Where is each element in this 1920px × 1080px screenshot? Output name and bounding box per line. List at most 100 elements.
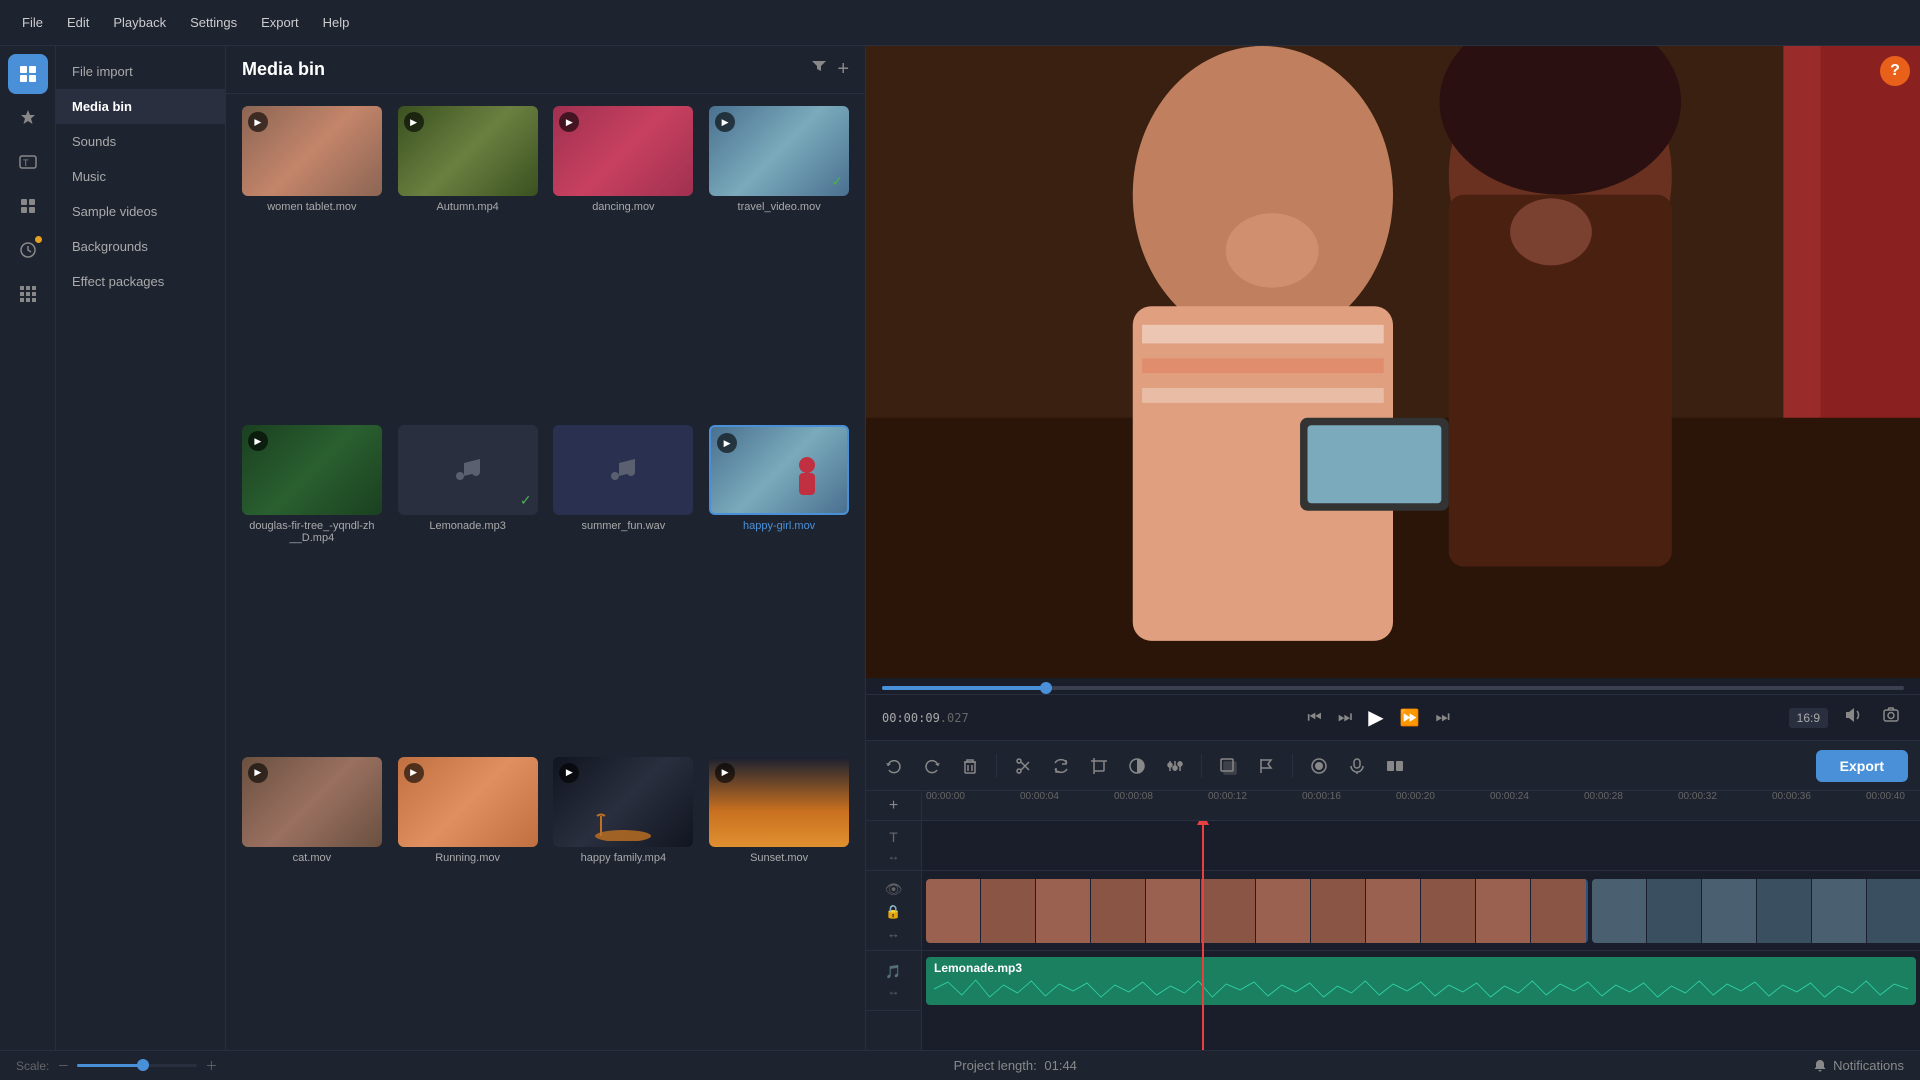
skip-end-button[interactable]: ⏭ bbox=[1432, 705, 1454, 731]
progress-handle[interactable] bbox=[1040, 682, 1052, 694]
media-thumb-cat: ▶ bbox=[242, 757, 382, 847]
sidebar-icon-clock[interactable] bbox=[8, 230, 48, 270]
delete-button[interactable] bbox=[954, 750, 986, 782]
media-item-lemonade[interactable]: ✓ Lemonade.mp3 bbox=[394, 425, 542, 748]
media-item-happy-girl[interactable]: ▶ happy-girl.mov bbox=[705, 425, 853, 748]
video-clip-women[interactable] bbox=[926, 879, 1588, 943]
crop-button[interactable] bbox=[1083, 750, 1115, 782]
play-icon: ▶ bbox=[248, 431, 268, 451]
media-item-running[interactable]: ▶ Running.mov bbox=[394, 757, 542, 1068]
nav-file-import[interactable]: File import bbox=[56, 54, 225, 89]
ruler-marks-container: 00:00:00 00:00:04 00:00:08 00:00:12 00:0… bbox=[926, 791, 1916, 820]
add-track-button[interactable]: + bbox=[889, 797, 898, 815]
skip-start-button[interactable]: ⏮ bbox=[1303, 705, 1325, 731]
media-item-happy-family[interactable]: ▶ happy family.mp4 bbox=[550, 757, 698, 1068]
title-track[interactable] bbox=[922, 821, 1920, 871]
menu-help[interactable]: Help bbox=[311, 7, 362, 38]
media-item-women-tablet[interactable]: ▶ women tablet.mov bbox=[238, 106, 386, 417]
check-icon: ✓ bbox=[520, 492, 532, 509]
subtitle-tool-button[interactable]: ↔ bbox=[888, 849, 900, 863]
text-tool-button[interactable]: T bbox=[889, 829, 898, 845]
toolbar-sep-2 bbox=[1201, 754, 1202, 778]
filter-icon[interactable] bbox=[811, 58, 827, 81]
flag-button[interactable] bbox=[1250, 750, 1282, 782]
nav-backgrounds[interactable]: Backgrounds bbox=[56, 229, 225, 264]
sidebar-icon-media[interactable] bbox=[8, 54, 48, 94]
scale-down-icon[interactable]: － bbox=[57, 1057, 69, 1074]
ruler-mark-7: 00:00:28 bbox=[1584, 791, 1623, 802]
media-item-cat[interactable]: ▶ cat.mov bbox=[238, 757, 386, 1068]
play-icon: ▶ bbox=[559, 763, 579, 783]
video-track[interactable] bbox=[922, 871, 1920, 951]
preview-controls: 00:00:09.027 ⏮ ⏭ ▶ ⏩ ⏭ 16:9 bbox=[866, 694, 1920, 740]
time-display-current: 00:00:09.027 bbox=[882, 711, 969, 725]
media-label-dancing: dancing.mov bbox=[592, 201, 654, 213]
nav-music[interactable]: Music bbox=[56, 159, 225, 194]
video-track-controls: 👁 🔒 ↔ bbox=[866, 871, 921, 951]
next-frame-button[interactable]: ⏩ bbox=[1396, 704, 1424, 732]
adjust-button[interactable] bbox=[1159, 750, 1191, 782]
audio-clip-lemonade[interactable]: Lemonade.mp3 bbox=[926, 957, 1916, 1005]
ruler-mark-10: 00:00:40 bbox=[1866, 791, 1905, 802]
media-thumb-happy-family: ▶ bbox=[553, 757, 693, 847]
menu-export[interactable]: Export bbox=[249, 7, 311, 38]
sidebar-icon-fx[interactable] bbox=[8, 186, 48, 226]
scale-up-icon[interactable]: ＋ bbox=[205, 1057, 217, 1074]
play-icon: ▶ bbox=[404, 112, 424, 132]
progress-fill bbox=[882, 686, 1046, 690]
menu-playback[interactable]: Playback bbox=[101, 7, 178, 38]
nav-sounds[interactable]: Sounds bbox=[56, 124, 225, 159]
undo-button[interactable] bbox=[878, 750, 910, 782]
menu-settings[interactable]: Settings bbox=[178, 7, 249, 38]
mic-button[interactable] bbox=[1341, 750, 1373, 782]
tracks-container: T ↔ 👁 🔒 ↔ 🎵 ↔ bbox=[866, 821, 1920, 1072]
redo-button[interactable] bbox=[916, 750, 948, 782]
media-item-dancing[interactable]: ▶ dancing.mov bbox=[550, 106, 698, 417]
audio-lock-button[interactable]: ↔ bbox=[888, 984, 900, 998]
track-eye-button[interactable]: 👁 bbox=[885, 881, 903, 898]
screenshot-button[interactable] bbox=[1878, 702, 1904, 733]
play-button[interactable]: ▶ bbox=[1364, 701, 1387, 734]
media-item-douglas[interactable]: ▶ douglas-fir-tree_-yqndl-zh__D.mp4 bbox=[238, 425, 386, 748]
cut-button[interactable] bbox=[1007, 750, 1039, 782]
video-clip-travel[interactable] bbox=[1592, 879, 1920, 943]
nav-sample-videos[interactable]: Sample videos bbox=[56, 194, 225, 229]
media-thumb-dancing: ▶ bbox=[553, 106, 693, 196]
color-button[interactable] bbox=[1121, 750, 1153, 782]
menu-file[interactable]: File bbox=[10, 7, 55, 38]
audio-track[interactable]: Lemonade.mp3 bbox=[922, 951, 1920, 1011]
playhead[interactable] bbox=[1202, 821, 1204, 1072]
aspect-ratio-button[interactable]: 16:9 bbox=[1789, 708, 1828, 728]
audio-eye-button[interactable]: 🎵 bbox=[885, 964, 901, 980]
nav-media-bin[interactable]: Media bin bbox=[56, 89, 225, 124]
scale-handle[interactable] bbox=[137, 1059, 149, 1071]
overlay-button[interactable] bbox=[1212, 750, 1244, 782]
scale-bar: Scale: － ＋ Project length: 01:44 Notific… bbox=[0, 1050, 1920, 1080]
sidebar-icon-pin[interactable] bbox=[8, 98, 48, 138]
split-button[interactable] bbox=[1379, 750, 1411, 782]
progress-bar[interactable] bbox=[882, 686, 1904, 690]
sidebar-icon-titles[interactable]: T bbox=[8, 142, 48, 182]
track-audio-button[interactable]: ↔ bbox=[887, 926, 900, 941]
record-button[interactable] bbox=[1303, 750, 1335, 782]
add-media-icon[interactable]: + bbox=[837, 58, 849, 81]
sidebar-icon-grid[interactable] bbox=[8, 274, 48, 314]
volume-button[interactable] bbox=[1840, 702, 1866, 733]
help-button[interactable]: ? bbox=[1880, 56, 1910, 86]
media-item-travel[interactable]: ▶ ✓ travel_video.mov bbox=[705, 106, 853, 417]
media-item-sunset[interactable]: ▶ Sunset.mov bbox=[705, 757, 853, 1068]
nav-effect-packages[interactable]: Effect packages bbox=[56, 264, 225, 299]
media-thumb-douglas: ▶ bbox=[242, 425, 382, 515]
export-button[interactable]: Export bbox=[1816, 750, 1908, 782]
notifications-button[interactable]: Notifications bbox=[1813, 1058, 1904, 1073]
prev-frame-button[interactable]: ⏭ bbox=[1334, 705, 1356, 731]
media-grid: ▶ women tablet.mov ▶ Autumn.mp4 ▶ dancin… bbox=[226, 94, 865, 1080]
project-length-value: 01:44 bbox=[1044, 1058, 1077, 1073]
track-lock-button[interactable]: 🔒 bbox=[885, 904, 901, 920]
menu-edit[interactable]: Edit bbox=[55, 7, 101, 38]
media-item-autumn[interactable]: ▶ Autumn.mp4 bbox=[394, 106, 542, 417]
scale-slider[interactable] bbox=[77, 1064, 197, 1067]
loop-button[interactable] bbox=[1045, 750, 1077, 782]
media-item-summer-fun[interactable]: summer_fun.wav bbox=[550, 425, 698, 748]
timeline-ruler[interactable]: 00:00:00 00:00:04 00:00:08 00:00:12 00:0… bbox=[922, 791, 1920, 821]
